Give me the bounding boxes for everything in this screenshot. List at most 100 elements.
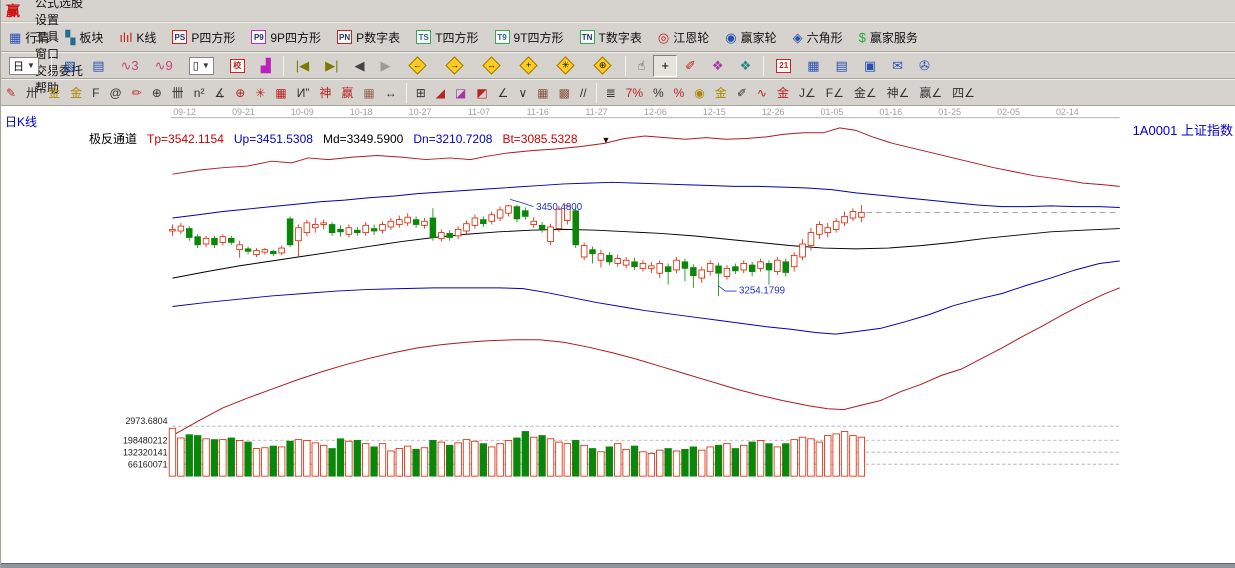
t-table-button[interactable]: TNT数字表 bbox=[572, 26, 650, 48]
indicator-value-4: Bt=3085.5328 bbox=[502, 132, 577, 146]
f-angle-tool[interactable]: F∠ bbox=[821, 82, 849, 104]
wave-9-icon[interactable]: ∿9 bbox=[147, 55, 181, 77]
grid-lines-tool: 卅 bbox=[26, 87, 38, 99]
percent-line-tool[interactable]: % bbox=[669, 82, 690, 104]
notes-button[interactable]: ▤ bbox=[828, 55, 856, 77]
candle bbox=[615, 259, 621, 264]
parallel-lines-tool[interactable]: // bbox=[575, 82, 592, 104]
gann-box-tool[interactable]: ⊞ bbox=[411, 82, 431, 104]
volume-bar bbox=[572, 440, 578, 476]
number-grid-tool[interactable]: ▦ bbox=[358, 82, 379, 104]
price-ruler-tool[interactable]: ≣ bbox=[601, 82, 621, 104]
first-page-button[interactable]: |◀ bbox=[288, 55, 317, 77]
menu-item-4[interactable]: 公式选股 bbox=[26, 0, 92, 11]
n-wave-tool[interactable]: И” bbox=[292, 82, 315, 104]
grid-square-tool[interactable]: ▦ bbox=[532, 82, 553, 104]
quotes-button[interactable]: ▦行情 bbox=[1, 26, 57, 48]
gold-angle-tool[interactable]: 金∠ bbox=[849, 82, 882, 104]
four-angle-tool[interactable]: 四∠ bbox=[947, 82, 980, 104]
pattern-button[interactable]: ❖ bbox=[732, 55, 760, 77]
t-square-button[interactable]: TST四方形 bbox=[408, 26, 486, 48]
wave-fit-tool[interactable]: ∿ bbox=[752, 82, 772, 104]
diamond-full-button[interactable]: ⊕ bbox=[584, 55, 621, 77]
star-target-tool[interactable]: ✳ bbox=[250, 82, 270, 104]
mirror-angle-tool[interactable]: ∡ bbox=[209, 82, 230, 104]
gold-underline-tool[interactable]: 金 bbox=[772, 82, 794, 104]
shen-grid-tool[interactable]: 神 bbox=[314, 82, 336, 104]
gann-box-tool: ⊞ bbox=[416, 87, 426, 99]
mail-button[interactable]: ✉ bbox=[884, 55, 911, 77]
circle-grid-tool[interactable]: ⊕ bbox=[147, 82, 167, 104]
gann-wheel-button[interactable]: ◎江恩轮 bbox=[650, 26, 717, 48]
grid-lines-tool[interactable]: 卅 bbox=[21, 82, 43, 104]
fan-box-purple-tool[interactable]: ◪ bbox=[450, 82, 471, 104]
circle-target-tool[interactable]: ⊕ bbox=[230, 82, 250, 104]
gold-circle-tool[interactable]: ◉ bbox=[689, 82, 709, 104]
sectors-button[interactable]: ▚板块 bbox=[57, 26, 111, 48]
hexagon-button[interactable]: ◈六角形 bbox=[785, 26, 851, 48]
diamond-expand-button[interactable]: ↔ bbox=[473, 55, 510, 77]
toolbar-button-label: 赢家轮 bbox=[741, 29, 777, 46]
percent-slope-tool[interactable]: 7% bbox=[621, 82, 648, 104]
next-page-button[interactable]: ▶ bbox=[373, 55, 399, 77]
spiral-tool[interactable]: @ bbox=[104, 82, 126, 104]
color-chart-icon[interactable]: ▟ bbox=[253, 55, 279, 77]
grid-square2-tool[interactable]: ▩ bbox=[554, 82, 575, 104]
volume-bar bbox=[556, 442, 562, 476]
winner-service-button[interactable]: $赢家服务 bbox=[851, 26, 926, 48]
p9-square-button[interactable]: P99P四方形 bbox=[243, 26, 329, 48]
menu-bar: 赢 文件浏览资讯江恩公式选股设置工具窗口交易委托帮助 bbox=[1, 0, 1235, 22]
period-select[interactable]: 日▼ bbox=[1, 55, 47, 77]
gold-grid-tool[interactable]: 金 bbox=[43, 82, 65, 104]
last-page-button[interactable]: ▶| bbox=[317, 55, 346, 77]
vee-lines-tool[interactable]: ∨ bbox=[513, 82, 532, 104]
grid-target-tool[interactable]: ▦ bbox=[270, 82, 291, 104]
gold-grid2-tool: 金 bbox=[70, 87, 82, 99]
diamond-compress-button[interactable]: + bbox=[510, 55, 547, 77]
toolbar-button-label: 9P四方形 bbox=[270, 29, 321, 46]
indicator-dropdown-icon[interactable]: ▼ bbox=[602, 135, 611, 145]
toolbar-button-label: P数字表 bbox=[356, 29, 400, 46]
gann-shape-button[interactable]: ❖ bbox=[704, 55, 732, 77]
gold-line-tool[interactable]: 金 bbox=[710, 82, 732, 104]
t9-square-button[interactable]: T99T四方形 bbox=[487, 26, 572, 48]
calculator-button[interactable]: ▦ bbox=[799, 55, 827, 77]
ruler-lines-tool[interactable]: 卌 bbox=[167, 82, 189, 104]
p-square-button[interactable]: PSP四方形 bbox=[164, 26, 243, 48]
pan-hand-button[interactable]: ☝ bbox=[630, 55, 654, 77]
red-pencil-tool[interactable]: ✏ bbox=[127, 82, 147, 104]
print-button[interactable]: ✇ bbox=[911, 55, 938, 77]
n-square-tool[interactable]: n² bbox=[189, 82, 210, 104]
angle-fan-tool[interactable]: ∠ bbox=[493, 82, 514, 104]
menu-item-5[interactable]: 设置 bbox=[26, 11, 92, 28]
prev-page-button[interactable]: ◀ bbox=[347, 55, 373, 77]
diamond-star-button[interactable]: ✳ bbox=[547, 55, 584, 77]
zone-icon[interactable]: ▧ bbox=[56, 55, 84, 77]
crosshair-button[interactable]: + bbox=[653, 55, 677, 77]
calendar-button[interactable]: 21 bbox=[768, 55, 799, 77]
ying-grid-tool[interactable]: 赢 bbox=[336, 82, 358, 104]
diamond-shift-left-button[interactable]: ← bbox=[399, 55, 436, 77]
p-table-button[interactable]: PNP数字表 bbox=[329, 26, 408, 48]
save-button[interactable]: ▣ bbox=[856, 55, 884, 77]
fan-box-red-tool[interactable]: ◩ bbox=[471, 82, 492, 104]
shen-angle-tool[interactable]: 神∠ bbox=[882, 82, 915, 104]
angle-measure-button[interactable]: ✐ bbox=[677, 55, 704, 77]
gold-grid2-tool[interactable]: 金 bbox=[65, 82, 87, 104]
wave-3-icon[interactable]: ∿3 bbox=[113, 55, 147, 77]
diamond-shift-right-button[interactable]: → bbox=[436, 55, 473, 77]
kline-button[interactable]: ılılK线 bbox=[111, 26, 164, 48]
j-angle-tool[interactable]: J∠ bbox=[794, 82, 821, 104]
chart-canvas[interactable]: 09-1209-2110-0910-1810-2711-0711-1611-27… bbox=[1, 106, 1235, 563]
info-list-icon[interactable]: ▤ bbox=[84, 55, 112, 77]
f-grid-tool[interactable]: F bbox=[87, 82, 104, 104]
stock-pick-icon[interactable]: 校 bbox=[222, 55, 253, 77]
pencil-tool[interactable]: ✎ bbox=[1, 82, 21, 104]
ying-angle-tool[interactable]: 赢∠ bbox=[914, 82, 947, 104]
percent-tool[interactable]: % bbox=[648, 82, 669, 104]
winner-wheel-button[interactable]: ◉赢家轮 bbox=[717, 26, 784, 48]
candle-style-select[interactable]: ▯▼ bbox=[181, 55, 222, 77]
fan-rays-tool[interactable]: ◢ bbox=[431, 82, 450, 104]
angle-pen-tool[interactable]: ✐ bbox=[732, 82, 752, 104]
bar-width-tool[interactable]: ↔ bbox=[380, 82, 402, 104]
